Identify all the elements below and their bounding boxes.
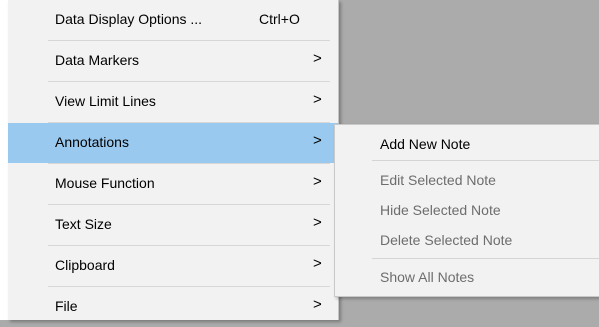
menu-item-label: Annotations: [55, 134, 129, 150]
chevron-right-icon: >: [313, 50, 322, 67]
menu-item-label: View Limit Lines: [55, 93, 156, 109]
submenu-item-delete-selected-note[interactable]: Delete Selected Note: [335, 225, 599, 255]
submenu-item-label: Delete Selected Note: [380, 232, 513, 248]
menu-item-view-limit-lines[interactable]: View Limit Lines >: [8, 82, 338, 122]
submenu-separator: [372, 160, 599, 161]
submenu-separator: [372, 258, 599, 259]
submenu-item-label: Show All Notes: [380, 269, 475, 285]
chevron-right-icon: >: [313, 173, 322, 190]
chevron-right-icon: >: [313, 296, 322, 313]
menu-item-label: Text Size: [55, 216, 112, 232]
chevron-right-icon: >: [313, 214, 322, 231]
submenu-item-hide-selected-note[interactable]: Hide Selected Note: [335, 195, 599, 225]
menu-item-file[interactable]: File >: [8, 287, 338, 327]
menu-item-text-size[interactable]: Text Size >: [8, 205, 338, 245]
submenu-item-label: Add New Note: [380, 136, 471, 152]
menu-item-data-markers[interactable]: Data Markers >: [8, 41, 338, 81]
chevron-right-icon: >: [313, 255, 322, 272]
menu-item-data-display-options[interactable]: Data Display Options ... Ctrl+O: [8, 0, 338, 40]
menu-item-annotations[interactable]: Annotations >: [8, 123, 338, 163]
submenu-item-show-all-notes[interactable]: Show All Notes: [335, 262, 599, 292]
menu-item-mouse-function[interactable]: Mouse Function >: [8, 164, 338, 204]
menu-item-label: File: [55, 298, 78, 314]
context-menu: Data Display Options ... Ctrl+O Data Mar…: [8, 0, 339, 320]
window-edge: [0, 0, 8, 320]
chevron-right-icon: >: [313, 132, 322, 149]
menu-item-label: Data Display Options ...: [55, 11, 203, 27]
annotations-submenu: Add New Note Edit Selected Note Hide Sel…: [334, 124, 599, 297]
menu-item-label: Mouse Function: [55, 175, 155, 191]
menu-item-label: Data Markers: [55, 52, 140, 68]
submenu-item-edit-selected-note[interactable]: Edit Selected Note: [335, 165, 599, 195]
menu-item-shortcut: Ctrl+O: [259, 11, 300, 27]
submenu-item-label: Hide Selected Note: [380, 202, 501, 218]
submenu-item-label: Edit Selected Note: [380, 172, 496, 188]
chevron-right-icon: >: [313, 91, 322, 108]
menu-item-label: Clipboard: [55, 257, 115, 273]
submenu-item-add-new-note[interactable]: Add New Note: [335, 129, 599, 159]
menu-item-clipboard[interactable]: Clipboard >: [8, 246, 338, 286]
